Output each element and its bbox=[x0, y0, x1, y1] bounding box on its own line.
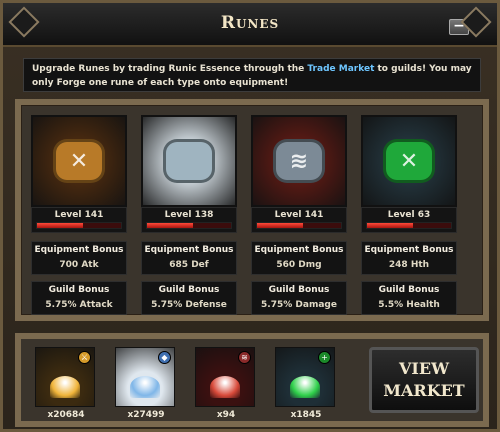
guild-bonus-value: 5.75% Defense bbox=[151, 300, 227, 310]
rune-level: Level 141 bbox=[31, 207, 127, 233]
health-essence-icon bbox=[290, 376, 320, 398]
level-progress-fill bbox=[147, 223, 194, 228]
essence-count: x20684 bbox=[47, 410, 85, 420]
attack-essence-icon bbox=[50, 376, 80, 398]
damage-rune-icon: ≋ bbox=[273, 139, 325, 183]
level-progress-fill bbox=[37, 223, 84, 228]
rune-card-health[interactable]: ✕ Level 63 bbox=[361, 115, 457, 233]
trade-market-link[interactable]: Trade Market bbox=[307, 64, 374, 74]
level-progress-bar bbox=[36, 222, 122, 229]
shield-badge-icon: ◆ bbox=[158, 351, 171, 364]
plus-badge-icon: + bbox=[318, 351, 331, 364]
rune-image: ≋ bbox=[251, 115, 347, 207]
equipment-bonus-heading: Equipment Bonus bbox=[144, 245, 234, 255]
view-market-line1: VIEW bbox=[398, 359, 450, 378]
rune-level: Level 63 bbox=[361, 207, 457, 233]
rune-card-attack[interactable]: ✕ Level 141 bbox=[31, 115, 127, 233]
info-notice: Upgrade Runes by trading Runic Essence t… bbox=[23, 58, 481, 92]
rune-card-damage[interactable]: ≋ Level 141 bbox=[251, 115, 347, 233]
equipment-bonus-heading: Equipment Bonus bbox=[34, 245, 124, 255]
guild-bonus-value: 5.75% Attack bbox=[45, 300, 113, 310]
essence-count: x94 bbox=[216, 410, 236, 420]
guild-bonus-damage: Guild Bonus 5.75% Damage bbox=[251, 281, 347, 315]
rune-level: Level 141 bbox=[251, 207, 347, 233]
view-market-button[interactable]: VIEW MARKET bbox=[369, 347, 479, 413]
essence-health[interactable]: + x1845 bbox=[275, 347, 337, 420]
equipment-bonus-heading: Equipment Bonus bbox=[254, 245, 344, 255]
essence-count: x27499 bbox=[127, 410, 165, 420]
attack-rune-icon: ✕ bbox=[53, 139, 105, 183]
guild-bonus-heading: Guild Bonus bbox=[378, 285, 440, 295]
view-market-line2: MARKET bbox=[383, 381, 465, 400]
guild-bonus-heading: Guild Bonus bbox=[48, 285, 110, 295]
equipment-bonus-damage: Equipment Bonus 560 Dmg bbox=[251, 241, 347, 275]
health-rune-icon: ✕ bbox=[383, 139, 435, 183]
level-progress-bar bbox=[256, 222, 342, 229]
guild-bonus-health: Guild Bonus 5.5% Health bbox=[361, 281, 457, 315]
essence-panel: ⚔ x20684 ◆ x27499 ≋ x94 + x1845 VIEW MAR… bbox=[15, 333, 489, 427]
rune-level-label: Level 141 bbox=[54, 210, 104, 220]
guild-bonus-heading: Guild Bonus bbox=[268, 285, 330, 295]
essence-count: x1845 bbox=[290, 410, 322, 420]
essence-image: ◆ bbox=[115, 347, 175, 407]
rune-level-label: Level 141 bbox=[274, 210, 324, 220]
equipment-bonus-value: 248 Hth bbox=[388, 260, 430, 270]
equipment-bonus-defense: Equipment Bonus 685 Def bbox=[141, 241, 237, 275]
equipment-bonus-attack: Equipment Bonus 700 Atk bbox=[31, 241, 127, 275]
runes-window: Runes − Upgrade Runes by trading Runic E… bbox=[0, 0, 500, 432]
essence-image: + bbox=[275, 347, 335, 407]
equipment-bonus-value: 700 Atk bbox=[59, 260, 99, 270]
equipment-bonus-value: 560 Dmg bbox=[276, 260, 322, 270]
notice-text-start: Upgrade Runes by trading Runic Essence t… bbox=[32, 64, 308, 74]
sword-badge-icon: ⚔ bbox=[78, 351, 91, 364]
essence-damage[interactable]: ≋ x94 bbox=[195, 347, 257, 420]
claw-badge-icon: ≋ bbox=[238, 351, 251, 364]
rune-image: ✕ bbox=[361, 115, 457, 207]
level-progress-bar bbox=[366, 222, 452, 229]
essence-image: ≋ bbox=[195, 347, 255, 407]
rune-card-defense[interactable]: Level 138 bbox=[141, 115, 237, 233]
runes-panel: ✕ Level 141 Level 138 ≋ Level 141 ✕ Leve… bbox=[15, 99, 489, 321]
title-bar: Runes − bbox=[3, 3, 497, 47]
essence-defense[interactable]: ◆ x27499 bbox=[115, 347, 177, 420]
essence-attack[interactable]: ⚔ x20684 bbox=[35, 347, 97, 420]
rune-image: ✕ bbox=[31, 115, 127, 207]
rune-level-label: Level 138 bbox=[164, 210, 214, 220]
guild-bonus-value: 5.5% Health bbox=[378, 300, 440, 310]
rune-level-label: Level 63 bbox=[387, 210, 431, 220]
damage-essence-icon bbox=[210, 376, 240, 398]
defense-essence-icon bbox=[130, 376, 160, 398]
guild-bonus-attack: Guild Bonus 5.75% Attack bbox=[31, 281, 127, 315]
window-title: Runes bbox=[220, 13, 280, 33]
rune-level: Level 138 bbox=[141, 207, 237, 233]
guild-bonus-value: 5.75% Damage bbox=[261, 300, 337, 310]
rune-image bbox=[141, 115, 237, 207]
equipment-bonus-health: Equipment Bonus 248 Hth bbox=[361, 241, 457, 275]
guild-bonus-defense: Guild Bonus 5.75% Defense bbox=[141, 281, 237, 315]
essence-image: ⚔ bbox=[35, 347, 95, 407]
defense-rune-icon bbox=[163, 139, 215, 183]
level-progress-fill bbox=[257, 223, 304, 228]
equipment-bonus-value: 685 Def bbox=[169, 260, 209, 270]
guild-bonus-heading: Guild Bonus bbox=[158, 285, 220, 295]
equipment-bonus-heading: Equipment Bonus bbox=[364, 245, 454, 255]
level-progress-fill bbox=[367, 223, 414, 228]
level-progress-bar bbox=[146, 222, 232, 229]
